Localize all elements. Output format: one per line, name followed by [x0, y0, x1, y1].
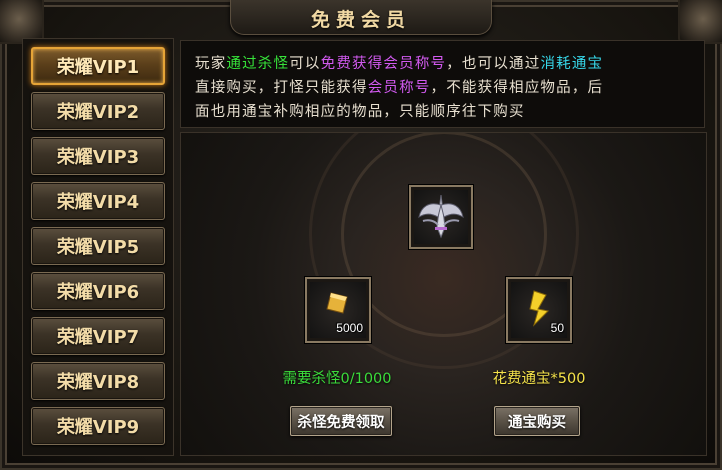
tab-vip4[interactable]: 荣耀VIP4 [31, 182, 165, 220]
tab-vip9[interactable]: 荣耀VIP9 [31, 407, 165, 445]
claim-free-button[interactable]: 杀怪免费领取 [290, 406, 392, 436]
desc-highlight-title: 会员称号 [367, 80, 431, 96]
desc-highlight-currency: 消耗通宝 [540, 56, 604, 72]
gold-ticket-count: 50 [550, 321, 564, 335]
gold-ingot-slot[interactable]: 5000 [305, 277, 371, 343]
tab-vip1[interactable]: 荣耀VIP1 [31, 47, 165, 85]
description-line-2: 直接购买，打怪只能获得会员称号，不能获得相应物品，后 [195, 76, 694, 100]
panel-title: 免费会员 [310, 9, 411, 31]
cost-text: 花费通宝*500 [492, 371, 586, 387]
winged-sword-emblem-icon [418, 194, 464, 239]
tab-vip8[interactable]: 荣耀VIP8 [31, 362, 165, 400]
reward-emblem-slot[interactable] [409, 185, 473, 249]
reward-area: 5000 50 需要杀怪0/1000 花费通宝*500 杀怪免费领取 通宝购买 [180, 132, 707, 456]
tab-vip6[interactable]: 荣耀VIP6 [31, 272, 165, 310]
tab-vip2[interactable]: 荣耀VIP2 [31, 92, 165, 130]
vip-tier-sidebar: 荣耀VIP1 荣耀VIP2 荣耀VIP3 荣耀VIP4 荣耀VIP5 荣耀VIP… [22, 38, 174, 456]
ornament-corner-right [678, 0, 722, 44]
desc-text: ，不能获得相应物品，后 [430, 80, 604, 96]
description-line-1: 玩家通过杀怪可以免费获得会员称号，也可以通过消耗通宝 [195, 52, 694, 76]
gold-ticket-slot[interactable]: 50 [506, 277, 572, 343]
title-bar: 免费会员 [230, 0, 492, 35]
desc-text: ，也可以通过 [446, 56, 541, 72]
kill-requirement-text: 需要杀怪0/1000 [282, 371, 392, 387]
gold-ingot-count: 5000 [336, 321, 363, 335]
tab-vip7[interactable]: 荣耀VIP7 [31, 317, 165, 355]
description-line-3: 面也用通宝补购相应的物品，只能顺序往下购买 [195, 104, 525, 120]
tab-vip5[interactable]: 荣耀VIP5 [31, 227, 165, 265]
desc-text: 可以 [289, 56, 321, 72]
vip-panel: 免费会员 荣耀VIP1 荣耀VIP2 荣耀VIP3 荣耀VIP4 荣耀VIP5 … [0, 0, 722, 470]
desc-text: 玩家 [195, 56, 227, 72]
desc-text: 直接购买，打怪只能获得 [195, 80, 368, 96]
tab-vip3[interactable]: 荣耀VIP3 [31, 137, 165, 175]
desc-highlight-kill: 通过杀怪 [226, 56, 290, 72]
description-box: 玩家通过杀怪可以免费获得会员称号，也可以通过消耗通宝 直接购买，打怪只能获得会员… [180, 40, 705, 128]
buy-with-currency-button[interactable]: 通宝购买 [494, 406, 580, 436]
desc-highlight-title: 免费获得会员称号 [320, 56, 447, 72]
